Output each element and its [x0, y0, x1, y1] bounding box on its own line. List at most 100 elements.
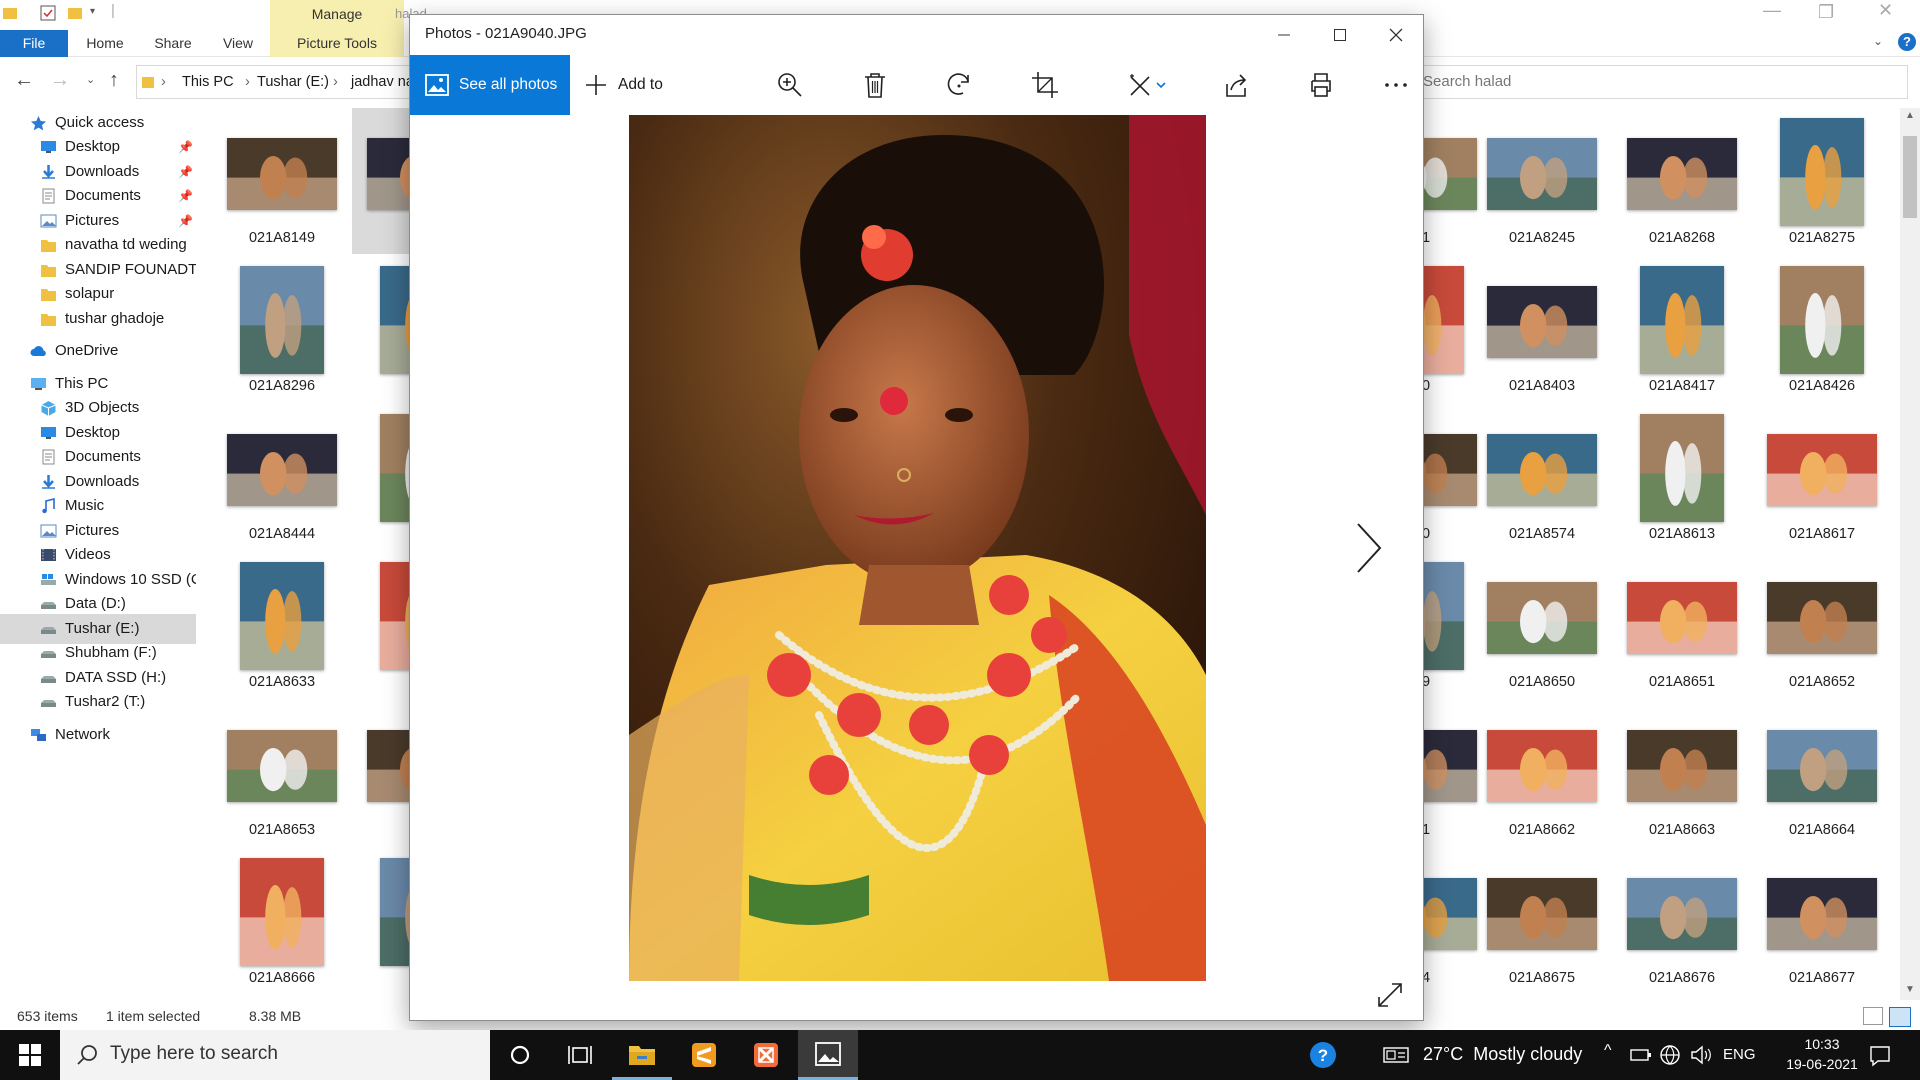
taskbar-photos[interactable] — [798, 1030, 858, 1080]
file-tile[interactable]: 021A8444 — [212, 404, 352, 550]
forward-arrow-icon[interactable]: → — [50, 69, 70, 92]
file-name: 021A8652 — [1788, 674, 1856, 690]
network-globe-icon[interactable] — [1659, 1044, 1681, 1066]
taskbar-file-explorer[interactable] — [612, 1030, 672, 1080]
file-tile[interactable]: 021A8149 — [212, 108, 352, 254]
cortana-button[interactable] — [490, 1030, 550, 1080]
file-tile[interactable]: 021A8653 — [212, 700, 352, 846]
rotate-button[interactable] — [944, 69, 976, 101]
file-thumbnail — [1627, 582, 1737, 654]
zoom-button[interactable] — [774, 69, 806, 101]
file-tile[interactable]: 021A8663 — [1612, 700, 1752, 846]
file-tile[interactable]: 021A8677 — [1752, 848, 1892, 994]
tab-view[interactable]: View — [213, 30, 263, 57]
maximize-button[interactable] — [1312, 15, 1368, 55]
scroll-up-icon[interactable]: ▲ — [1905, 110, 1915, 121]
show-hidden-icons-icon[interactable]: ^ — [1604, 1042, 1612, 1060]
input-language[interactable]: ENG — [1723, 1046, 1756, 1063]
share-button[interactable] — [1220, 69, 1252, 101]
customize-qat-icon[interactable]: ▾ — [90, 6, 95, 17]
file-tile[interactable]: 021A8676 — [1612, 848, 1752, 994]
restore-icon[interactable]: ❐ — [1818, 2, 1834, 23]
vertical-scrollbar[interactable]: ▲ ▼ — [1900, 108, 1920, 1000]
search-box[interactable]: Search halad — [1390, 65, 1908, 99]
edit-create-button[interactable] — [1124, 69, 1170, 101]
large-icons-view-icon[interactable] — [1889, 1007, 1911, 1027]
close-button[interactable] — [1368, 15, 1423, 55]
weather-text[interactable]: 27°C Mostly cloudy — [1423, 1044, 1582, 1065]
battery-icon[interactable] — [1630, 1047, 1652, 1063]
clock[interactable]: 10:33 19-06-2021 — [1772, 1034, 1872, 1074]
trash-icon — [865, 73, 885, 98]
add-to-button[interactable]: Add to — [584, 55, 684, 115]
full-screen-button[interactable] — [1375, 980, 1405, 1010]
nav-item[interactable]: OneDrive — [0, 336, 196, 366]
breadcrumb-this-pc[interactable]: This PC — [182, 66, 234, 98]
see-all-photos-button[interactable]: See all photos — [410, 55, 570, 115]
minimize-icon[interactable]: — — [1763, 0, 1781, 21]
nav-item[interactable]: Network — [0, 720, 196, 750]
volume-icon[interactable] — [1690, 1045, 1712, 1065]
file-tile[interactable]: 021A8296 — [212, 256, 352, 402]
file-tile[interactable]: 021A8662 — [1472, 700, 1612, 846]
new-folder-icon[interactable] — [67, 5, 83, 21]
scroll-down-icon[interactable]: ▼ — [1905, 984, 1915, 995]
file-tile[interactable]: 021A8666 — [212, 848, 352, 994]
crop-button[interactable] — [1029, 69, 1061, 101]
minimize-button[interactable] — [1256, 15, 1312, 55]
next-photo-button[interactable] — [1350, 520, 1386, 576]
breadcrumb-drive[interactable]: Tushar (E:) — [257, 66, 329, 98]
delete-button[interactable] — [859, 69, 891, 101]
task-view-button[interactable] — [550, 1030, 610, 1080]
file-tile[interactable]: 021A8651 — [1612, 552, 1752, 698]
nav-item[interactable]: tushar ghadoje — [0, 304, 196, 334]
breadcrumb-folder[interactable]: jadhav na — [351, 66, 409, 98]
drive-icon — [41, 700, 56, 707]
address-box[interactable]: › This PC › Tushar (E:) › jadhav na — [136, 65, 410, 99]
taskbar-search[interactable]: Type here to search — [60, 1030, 490, 1080]
file-tile[interactable]: 021A8675 — [1472, 848, 1612, 994]
tab-share[interactable]: Share — [148, 30, 198, 57]
file-tile[interactable]: 021A8417 — [1612, 256, 1752, 402]
tab-file[interactable]: File — [0, 30, 68, 57]
back-arrow-icon[interactable]: ← — [14, 69, 34, 92]
file-tile[interactable]: 021A8650 — [1472, 552, 1612, 698]
photo-viewer-image[interactable] — [629, 115, 1206, 981]
file-tile[interactable]: 021A8245 — [1472, 108, 1612, 254]
file-tile[interactable]: 021A8664 — [1752, 700, 1892, 846]
file-name: 021A8245 — [1508, 230, 1576, 246]
tab-home[interactable]: Home — [80, 30, 130, 57]
file-tile[interactable]: 021A8426 — [1752, 256, 1892, 402]
expand-ribbon-icon[interactable]: ⌄ — [1873, 34, 1883, 48]
help-tray-button[interactable]: ? — [1298, 1030, 1348, 1080]
file-tile[interactable]: 021A8403 — [1472, 256, 1612, 402]
file-tile[interactable]: 021A8613 — [1612, 404, 1752, 550]
file-tile[interactable]: 021A8574 — [1472, 404, 1612, 550]
details-view-icon[interactable] — [1863, 1007, 1883, 1025]
taskbar-xampp[interactable] — [736, 1030, 796, 1080]
file-tile[interactable]: 021A8268 — [1612, 108, 1752, 254]
nav-item[interactable]: Tushar2 (T:) — [0, 687, 196, 717]
start-button[interactable] — [0, 1030, 60, 1080]
file-name: 021A8677 — [1788, 970, 1856, 986]
properties-icon[interactable] — [40, 5, 56, 21]
file-tile[interactable]: 021A8633 — [212, 552, 352, 698]
search-input[interactable]: Search halad — [1423, 66, 1511, 98]
up-arrow-icon[interactable]: ↑ — [109, 69, 119, 92]
scroll-thumb[interactable] — [1903, 136, 1917, 218]
file-tile[interactable]: 021A8652 — [1752, 552, 1892, 698]
notifications-icon[interactable] — [1869, 1045, 1891, 1067]
manage-context-tab[interactable]: Manage — [270, 0, 404, 30]
taskbar-sublime-text[interactable] — [674, 1030, 734, 1080]
file-tile[interactable]: 021A8275 — [1752, 108, 1892, 254]
tab-picture-tools[interactable]: Picture Tools — [270, 30, 404, 57]
taskbar-search-input[interactable]: Type here to search — [110, 1043, 278, 1065]
file-name: 021A8675 — [1508, 970, 1576, 986]
close-icon[interactable]: ✕ — [1878, 0, 1893, 21]
recent-locations-icon[interactable]: ⌄ — [86, 73, 95, 86]
print-button[interactable] — [1305, 69, 1337, 101]
file-tile[interactable]: 021A8617 — [1752, 404, 1892, 550]
more-options-button[interactable] — [1380, 69, 1412, 101]
cortana-icon — [510, 1045, 530, 1065]
help-icon[interactable]: ? — [1898, 33, 1916, 51]
